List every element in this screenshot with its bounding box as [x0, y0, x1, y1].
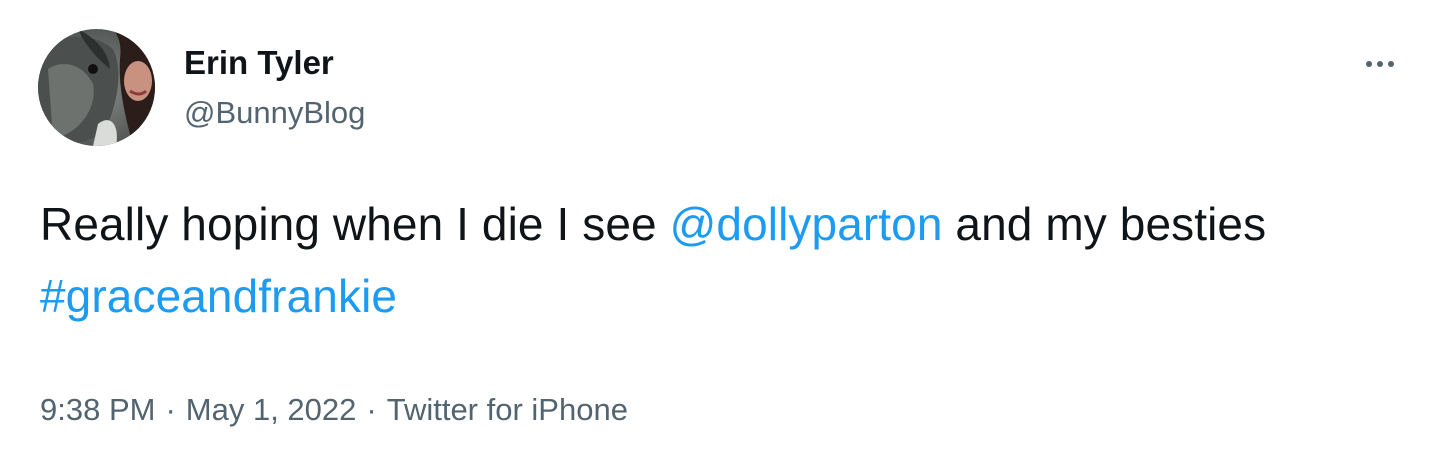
avatar[interactable]: [38, 29, 155, 146]
more-options-button[interactable]: [1352, 44, 1408, 84]
handle[interactable]: @BunnyBlog: [184, 95, 365, 131]
dot: [1366, 61, 1372, 67]
tweet-source[interactable]: Twitter for iPhone: [387, 392, 628, 427]
dot: [1377, 61, 1383, 67]
tweet-text-part: Really hoping when I die I see: [40, 198, 670, 250]
hashtag-link[interactable]: #graceandfrankie: [40, 270, 397, 322]
dot: [1388, 61, 1394, 67]
separator: ·: [165, 392, 176, 427]
more-horizontal-icon: [1366, 61, 1394, 67]
mention-link[interactable]: @dollyparton: [670, 198, 943, 250]
display-name[interactable]: Erin Tyler: [184, 44, 334, 82]
tweet-text: Really hoping when I die I see @dollypar…: [40, 188, 1380, 332]
tweet-card: Erin Tyler @BunnyBlog Really hoping when…: [0, 0, 1440, 473]
separator: ·: [366, 392, 377, 427]
tweet-time[interactable]: 9:38 PM: [40, 392, 155, 427]
tweet-date[interactable]: May 1, 2022: [186, 392, 357, 427]
tweet-metadata: 9:38 PM · May 1, 2022 · Twitter for iPhone: [40, 392, 628, 428]
tweet-text-part: and my besties: [942, 198, 1267, 250]
avatar-photo: [38, 29, 155, 146]
